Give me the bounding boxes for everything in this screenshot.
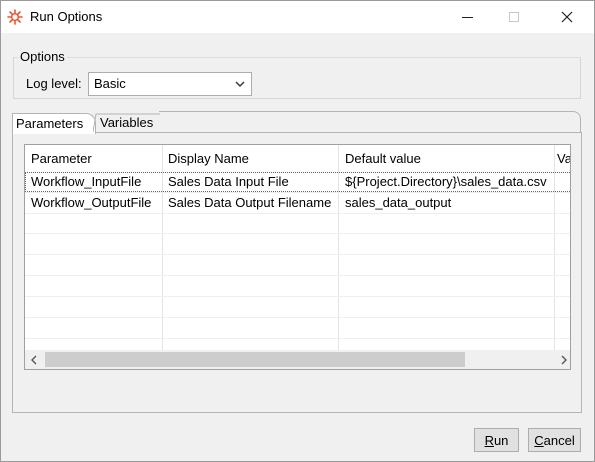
cell-parameter: Workflow_InputFile <box>31 174 142 189</box>
chevron-down-icon <box>235 81 245 87</box>
maximize-button[interactable] <box>491 1 537 33</box>
column-header-value[interactable]: Va <box>557 151 570 166</box>
parameters-table: Parameter Display Name Default value Va … <box>24 144 571 370</box>
gear-icon <box>7 9 23 25</box>
run-options-dialog: Run Options Options Log level: Basic Par… <box>0 0 595 462</box>
tab-variables[interactable]: Variables <box>93 113 160 133</box>
cell-display-name[interactable]: Sales Data Output Filename <box>168 195 331 210</box>
cell-default-value: ${Project.Directory}\sales_data.csv <box>345 174 547 189</box>
chevron-left-icon <box>30 355 36 364</box>
horizontal-scrollbar[interactable] <box>25 350 570 369</box>
row-divider <box>25 338 570 339</box>
minimize-icon <box>461 16 473 18</box>
title-bar: Run Options <box>1 1 594 33</box>
row-divider <box>25 254 570 255</box>
cell-default-value[interactable]: sales_data_output <box>345 195 451 210</box>
column-header-parameter[interactable]: Parameter <box>31 151 92 166</box>
row-divider <box>25 317 570 318</box>
log-level-select[interactable]: Basic <box>88 72 252 96</box>
log-level-value: Basic <box>94 76 126 91</box>
log-level-label: Log level: <box>26 76 82 91</box>
options-group-label: Options <box>18 49 67 64</box>
maximize-icon <box>509 12 519 22</box>
cancel-mnemonic: C <box>534 432 544 448</box>
scrollbar-thumb[interactable] <box>45 352 465 367</box>
close-icon <box>561 11 573 23</box>
cell-parameter[interactable]: Workflow_OutputFile <box>31 195 151 210</box>
window-title: Run Options <box>30 9 103 24</box>
column-header-default-value[interactable]: Default value <box>345 151 421 166</box>
cancel-button[interactable]: Cancel <box>528 428 581 452</box>
row-divider <box>25 275 570 276</box>
chevron-right-icon <box>561 355 567 364</box>
run-button[interactable]: Run <box>474 428 519 452</box>
row-divider <box>25 192 570 193</box>
close-button[interactable] <box>544 1 590 33</box>
run-label: un <box>493 432 509 448</box>
tab-strip-outline <box>159 111 581 133</box>
scroll-right-button[interactable] <box>555 350 570 369</box>
column-header-display-name[interactable]: Display Name <box>168 151 249 166</box>
tab-variables-label: Variables <box>100 115 154 130</box>
cell-display-name: Sales Data Input File <box>168 174 289 189</box>
run-mnemonic: R <box>484 432 494 448</box>
cancel-label: ancel <box>543 432 575 448</box>
scroll-left-button[interactable] <box>25 350 42 369</box>
tab-parameters-label: Parameters <box>16 116 84 131</box>
tab-parameters[interactable]: Parameters <box>12 113 96 134</box>
row-divider <box>25 296 570 297</box>
row-divider <box>25 233 570 234</box>
minimize-button[interactable] <box>444 1 490 33</box>
row-divider <box>25 213 570 214</box>
